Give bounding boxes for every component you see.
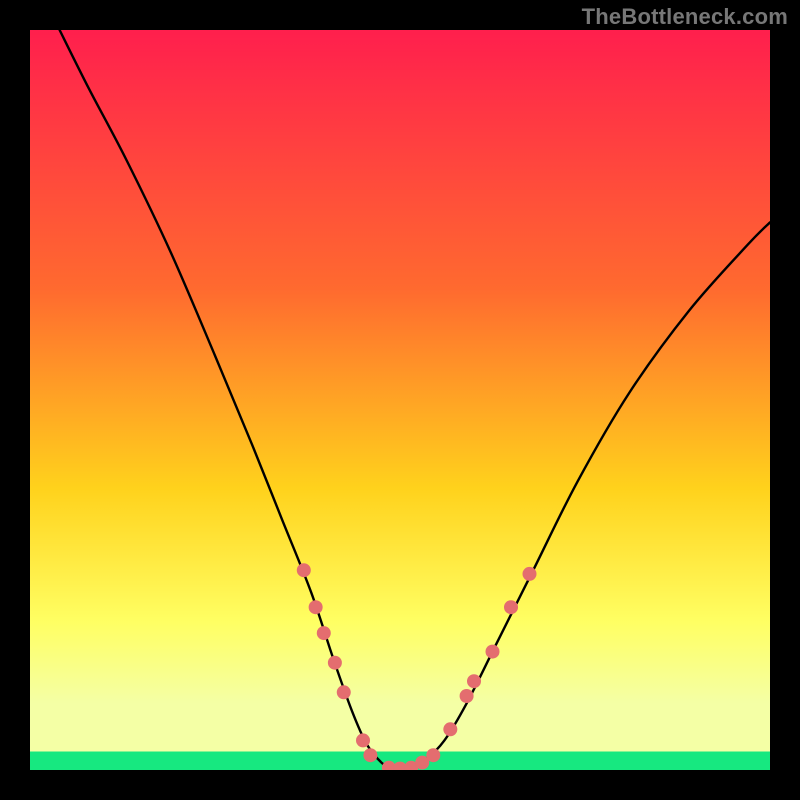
chart-svg xyxy=(30,30,770,770)
curve-marker xyxy=(363,748,377,762)
curve-marker xyxy=(486,645,500,659)
curve-marker xyxy=(337,685,351,699)
curve-marker xyxy=(443,722,457,736)
curve-marker xyxy=(460,689,474,703)
frame-right xyxy=(770,0,800,800)
curve-marker xyxy=(356,733,370,747)
watermark-text: TheBottleneck.com xyxy=(582,4,788,30)
curve-marker xyxy=(523,567,537,581)
curve-marker xyxy=(297,563,311,577)
gradient-background xyxy=(30,30,770,770)
curve-marker xyxy=(317,626,331,640)
curve-marker xyxy=(426,748,440,762)
curve-marker xyxy=(328,656,342,670)
frame-bottom xyxy=(0,770,800,800)
curve-marker xyxy=(467,674,481,688)
frame-left xyxy=(0,0,30,800)
curve-marker xyxy=(309,600,323,614)
plot-area xyxy=(30,30,770,770)
curve-marker xyxy=(504,600,518,614)
